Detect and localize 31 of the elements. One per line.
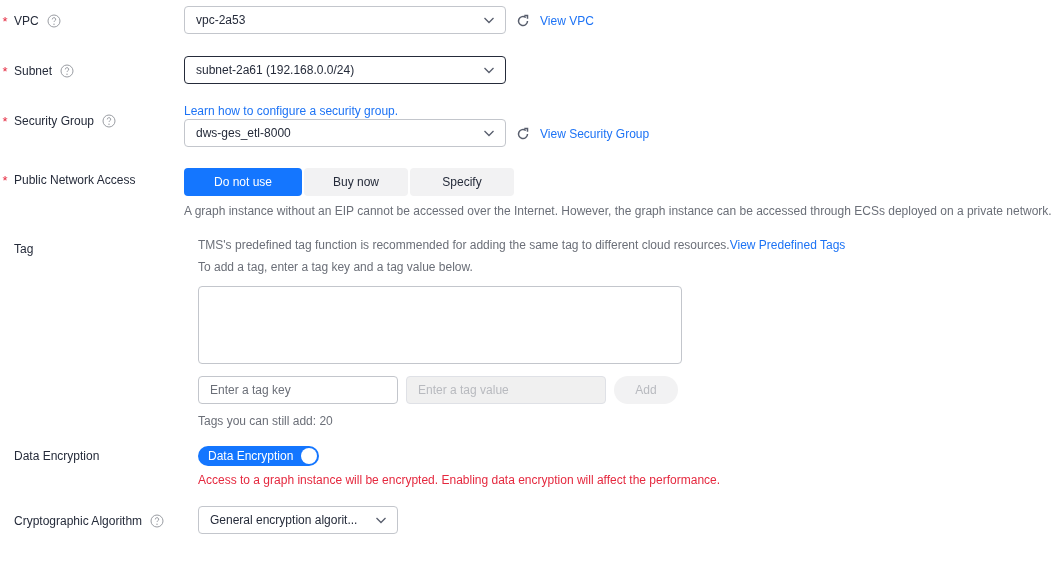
select-field[interactable]: vpc-2a53 <box>184 6 506 34</box>
field-label: Security Group <box>14 114 95 128</box>
count-text: Tags you can still add: 20 <box>198 414 334 428</box>
field-label: Cryptographic Algorithm <box>14 514 143 528</box>
link[interactable]: Learn how to configure a security group. <box>184 104 399 118</box>
refresh-icon[interactable] <box>516 14 530 28</box>
field-label: Data Encryption <box>14 449 100 463</box>
select-field[interactable]: dws-ges_etl-8000 <box>184 119 506 147</box>
refresh-icon[interactable] <box>516 127 530 141</box>
field-label: VPC <box>14 14 39 28</box>
input-field[interactable]: Enter a tag key <box>198 376 398 404</box>
field-label: Subnet <box>14 64 53 78</box>
hint-text: To add a tag, enter a tag key and a tag value below. <box>198 260 474 274</box>
required-mark: * <box>1 113 9 129</box>
toggle-switch[interactable]: Data Encryption <box>198 446 320 466</box>
segment-tab[interactable]: Do not use <box>184 168 302 196</box>
hint-text: A graph instance without an EIP cannot be accessed over the Internet. However, the graph instance can be accessed through ECSs deployed on a private network. <box>184 204 1053 218</box>
field-label: Public Network Access <box>14 173 136 187</box>
link[interactable]: View Security Group <box>540 127 650 141</box>
segment-tab[interactable]: Specify <box>410 168 514 196</box>
required-mark: * <box>1 13 9 29</box>
hint-text: TMS's predefined tag function is recommended for adding the same tag to different cloud resources.View Predefined Tags <box>198 238 847 252</box>
select-field[interactable]: General encryption algorit... <box>198 506 398 534</box>
segment-tab[interactable]: Buy now <box>304 168 408 196</box>
link[interactable]: View VPC <box>540 14 594 28</box>
select-field[interactable]: subnet-2a61 (192.168.0.0/24) <box>184 56 506 84</box>
required-mark: * <box>1 172 9 188</box>
link[interactable]: View Predefined Tags <box>729 238 846 252</box>
warning-text: Access to a graph instance will be encrypted. Enabling data encryption will affect the performance. <box>198 473 722 487</box>
required-mark: * <box>1 63 9 79</box>
field-label: Tag <box>14 242 34 256</box>
